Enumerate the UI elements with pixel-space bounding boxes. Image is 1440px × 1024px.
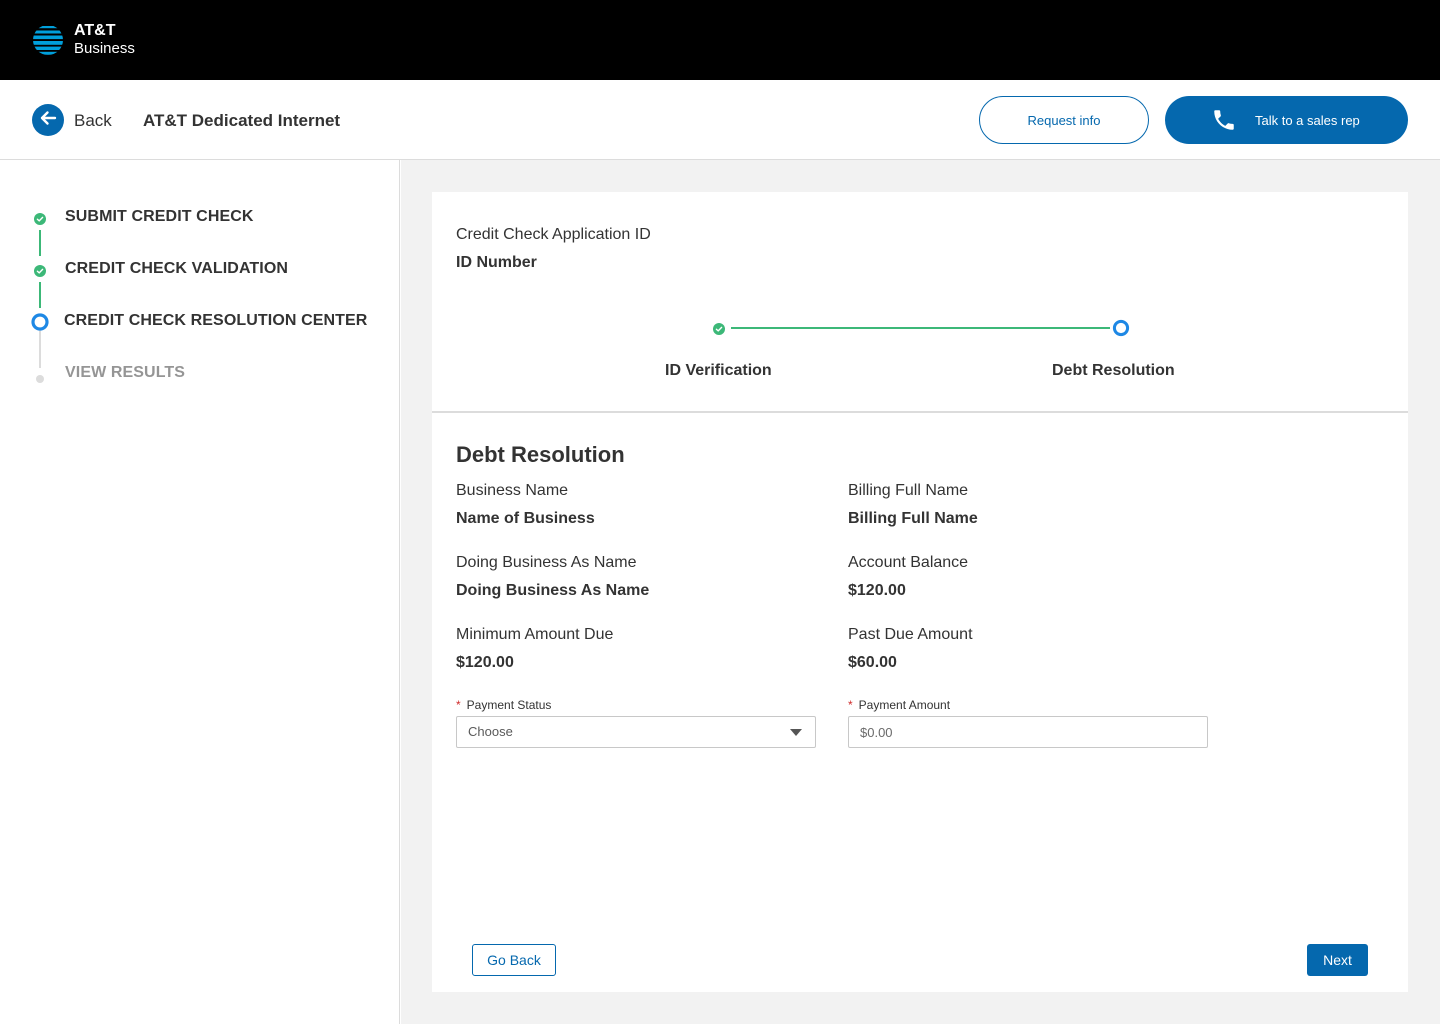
brand-wordmark: AT&T Business: [74, 22, 135, 58]
dba-value: Doing Business As Name: [456, 582, 650, 599]
brand-line-2: Business: [74, 40, 135, 57]
current-step-icon: [1112, 319, 1130, 342]
billing-name-label: Billing Full Name: [848, 482, 969, 499]
sidebar-step-credit-check-validation[interactable]: CREDIT CHECK VALIDATION: [0, 258, 400, 282]
next-button[interactable]: Next: [1307, 944, 1368, 976]
payment-status-value: Choose: [468, 724, 513, 739]
phone-icon: [1211, 107, 1237, 133]
required-marker: *: [456, 698, 461, 712]
minimum-due-label: Minimum Amount Due: [456, 626, 614, 643]
minimum-due-value: $120.00: [456, 654, 514, 671]
progress-connector: [731, 327, 1110, 329]
credit-check-card: Credit Check Application ID ID Number ID…: [432, 192, 1408, 992]
talk-to-sales-label: Talk to a sales rep: [1255, 112, 1360, 128]
brand-bar: AT&T Business: [0, 0, 1440, 80]
account-balance-label: Account Balance: [848, 554, 969, 571]
att-globe-icon: [32, 24, 64, 56]
request-info-button[interactable]: Request info: [979, 96, 1149, 144]
business-name-value: Name of Business: [456, 510, 595, 527]
sidebar-stepper: SUBMIT CREDIT CHECK CREDIT CHECK VALIDAT…: [0, 160, 400, 1024]
check-circle-icon: [34, 212, 46, 230]
application-id-label: Credit Check Application ID: [456, 226, 651, 243]
progress-step-debt-resolution: Debt Resolution: [1052, 362, 1175, 379]
sidebar-step-label: VIEW RESULTS: [65, 364, 186, 381]
sidebar-step-view-results[interactable]: VIEW RESULTS: [0, 362, 400, 386]
application-id-value: ID Number: [456, 254, 537, 271]
dba-label: Doing Business As Name: [456, 554, 637, 571]
brand-line-1: AT&T: [74, 22, 116, 39]
section-title: Debt Resolution: [456, 442, 625, 467]
progress-step-id-verification: ID Verification: [665, 362, 772, 379]
check-circle-icon: [713, 322, 725, 340]
payment-status-label-text: Payment Status: [466, 698, 552, 712]
required-marker: *: [848, 698, 853, 712]
sidebar-step-label: SUBMIT CREDIT CHECK: [65, 208, 254, 225]
current-step-icon: [31, 313, 49, 336]
page-header: Back AT&T Dedicated Internet Request inf…: [0, 80, 1440, 160]
business-name-label: Business Name: [456, 482, 569, 499]
talk-to-sales-button[interactable]: Talk to a sales rep: [1165, 96, 1408, 144]
go-back-button[interactable]: Go Back: [472, 944, 556, 976]
section-divider: [432, 411, 1408, 413]
att-business-logo[interactable]: AT&T Business: [32, 22, 135, 58]
pending-step-icon: [36, 370, 44, 388]
step-connector: [39, 230, 41, 256]
page-title: AT&T Dedicated Internet: [143, 111, 341, 130]
past-due-label: Past Due Amount: [848, 626, 973, 643]
sidebar-step-credit-check-resolution-center[interactable]: CREDIT CHECK RESOLUTION CENTER: [0, 310, 400, 334]
main-content: Credit Check Application ID ID Number ID…: [401, 160, 1440, 1024]
back-label[interactable]: Back: [74, 111, 112, 131]
step-connector: [39, 282, 41, 308]
past-due-value: $60.00: [848, 654, 897, 671]
arrow-left-icon: [38, 108, 58, 133]
sidebar-step-submit-credit-check[interactable]: SUBMIT CREDIT CHECK: [0, 206, 400, 230]
billing-name-value: Billing Full Name: [848, 510, 978, 527]
payment-amount-label: * Payment Amount: [848, 698, 950, 712]
sidebar-step-label: CREDIT CHECK RESOLUTION CENTER: [64, 312, 368, 329]
payment-status-label: * Payment Status: [456, 698, 551, 712]
back-button[interactable]: [32, 104, 64, 136]
account-balance-value: $120.00: [848, 582, 906, 599]
payment-amount-input[interactable]: [848, 716, 1208, 748]
check-circle-icon: [34, 264, 46, 282]
sidebar-step-label: CREDIT CHECK VALIDATION: [65, 260, 289, 277]
chevron-down-icon: [790, 729, 802, 736]
payment-status-select[interactable]: Choose: [456, 716, 816, 748]
payment-amount-label-text: Payment Amount: [858, 698, 951, 712]
